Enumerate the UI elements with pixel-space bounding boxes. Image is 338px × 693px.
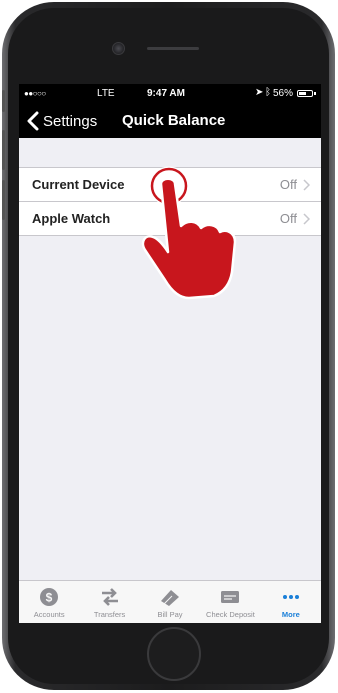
check-deposit-icon — [221, 591, 240, 603]
carrier-label: LTE — [97, 88, 115, 99]
battery-tip — [314, 92, 316, 95]
setting-label: Current Device — [32, 177, 125, 192]
tab-bar: $ Accounts Transfers Bill Pay Check Depo… — [19, 580, 321, 623]
tab-check-deposit[interactable]: Check Deposit — [200, 581, 260, 623]
status-bar: ●●○○○ LTE 9:47 AM ➤ ᛒ 56% — [19, 84, 321, 104]
chevron-right-icon — [303, 213, 310, 225]
tab-label: Accounts — [33, 610, 65, 619]
battery-percent: 56% — [273, 88, 294, 99]
tab-transfers[interactable]: Transfers — [79, 581, 139, 623]
tab-label: Bill Pay — [157, 610, 183, 619]
battery-fill — [299, 92, 306, 95]
signal-strength: ●●○○○ — [24, 89, 46, 98]
bill-pay-icon — [161, 590, 180, 606]
mute-switch — [2, 90, 5, 112]
tap-hand-pointer-icon — [141, 166, 237, 300]
setting-value: Off — [279, 177, 297, 192]
home-button[interactable] — [147, 627, 201, 681]
volume-up-button — [2, 130, 5, 170]
tab-more[interactable]: More — [261, 581, 321, 623]
bluetooth-icon: ᛒ — [265, 87, 271, 98]
tab-label: Transfers — [93, 610, 126, 619]
back-button[interactable]: Settings — [25, 110, 97, 132]
front-camera — [112, 42, 125, 55]
dollar-circle-icon: $ — [40, 588, 59, 606]
chevron-left-icon — [27, 111, 39, 131]
earpiece-speaker — [147, 47, 199, 50]
battery-icon — [297, 90, 313, 97]
transfer-arrows-icon — [101, 588, 118, 606]
setting-label: Apple Watch — [32, 211, 111, 226]
tab-bill-pay[interactable]: Bill Pay — [140, 581, 200, 623]
back-button-label: Settings — [43, 112, 98, 130]
more-dots-icon — [282, 595, 299, 599]
tab-label: More — [281, 610, 300, 619]
svg-text:$: $ — [46, 591, 53, 605]
volume-down-button — [2, 180, 5, 220]
page-title: Quick Balance — [122, 112, 226, 129]
chevron-right-icon — [303, 179, 310, 191]
navigation-bar: Settings Quick Balance — [19, 104, 321, 138]
tab-accounts[interactable]: $ Accounts — [19, 581, 79, 623]
setting-value: Off — [279, 211, 297, 226]
status-time: 9:47 AM — [147, 88, 185, 99]
location-arrow-icon: ➤ — [255, 87, 264, 98]
tab-label: Check Deposit — [206, 610, 255, 619]
phone-screen: ●●○○○ LTE 9:47 AM ➤ ᛒ 56% Settings Quick… — [19, 84, 321, 623]
